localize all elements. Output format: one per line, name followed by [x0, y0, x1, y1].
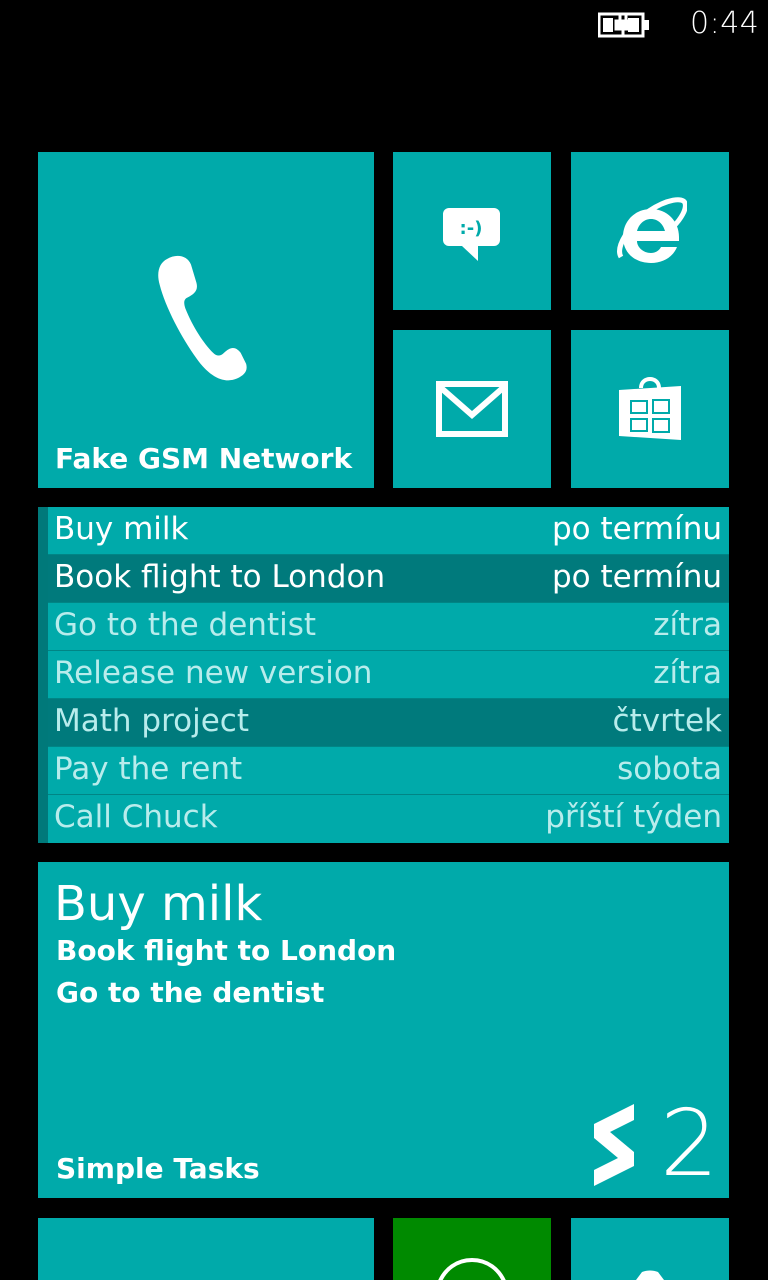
task-row[interactable]: Call Chuck příští týden: [48, 795, 729, 842]
svg-text::-): :-): [460, 218, 483, 239]
task-list-accent-bar: [38, 507, 48, 843]
task-row[interactable]: Buy milk po termínu: [48, 507, 729, 555]
simple-tasks-logo-icon: [594, 1104, 634, 1186]
task-name: Book flight to London: [54, 559, 386, 595]
task-due: po termínu: [551, 559, 722, 595]
messaging-icon: :-): [443, 208, 500, 261]
task-row[interactable]: Math project čtvrtek: [48, 699, 729, 747]
task-list-tile[interactable]: Buy milk po termínu Book flight to Londo…: [38, 507, 729, 843]
task-due: příští týden: [545, 799, 722, 835]
task-row[interactable]: Release new version zítra: [48, 651, 729, 699]
simple-tasks-label: Simple Tasks: [56, 1152, 260, 1185]
phone-tile-label: Fake GSM Network: [55, 442, 353, 475]
task-due: sobota: [617, 751, 722, 787]
simple-tasks-task-line: Book flight to London: [56, 934, 397, 967]
task-due: čtvrtek: [612, 703, 722, 739]
partial-circle-icon: [438, 1258, 506, 1280]
simple-tasks-tile[interactable]: Buy milk Book flight to London Go to the…: [38, 862, 729, 1198]
task-row[interactable]: Pay the rent sobota: [48, 747, 729, 795]
task-name: Call Chuck: [54, 799, 218, 835]
mail-icon: [436, 381, 508, 437]
task-name: Go to the dentist: [54, 607, 317, 643]
simple-tasks-top-task: Buy milk: [54, 876, 263, 932]
status-bar: 0:44: [0, 0, 768, 52]
partial-tile-green[interactable]: [393, 1218, 551, 1280]
task-name: Math project: [54, 703, 249, 739]
mail-tile[interactable]: [393, 330, 551, 488]
simple-tasks-task-line: Go to the dentist: [56, 976, 325, 1009]
task-due: zítra: [653, 607, 722, 643]
task-name: Release new version: [54, 655, 373, 691]
task-row[interactable]: Go to the dentist zítra: [48, 603, 729, 651]
partial-tile-left[interactable]: [38, 1218, 374, 1280]
partial-tile-right[interactable]: [571, 1218, 729, 1280]
simple-tasks-count: 2: [660, 1090, 719, 1197]
messaging-tile[interactable]: :-): [393, 152, 551, 310]
clock: 0:44: [690, 6, 760, 41]
internet-explorer-icon: [617, 197, 687, 263]
partial-shape-icon: [636, 1270, 664, 1280]
phone-icon: [158, 255, 247, 381]
phone-tile[interactable]: Fake GSM Network: [38, 152, 374, 488]
task-name: Buy milk: [54, 511, 189, 547]
browser-tile[interactable]: [571, 152, 729, 310]
store-icon: [619, 377, 681, 440]
task-row[interactable]: Book flight to London po termínu: [48, 555, 729, 603]
store-tile[interactable]: [571, 330, 729, 488]
task-due: zítra: [653, 655, 722, 691]
task-name: Pay the rent: [54, 751, 243, 787]
battery-charging-icon: [598, 12, 649, 38]
task-due: po termínu: [551, 511, 722, 547]
